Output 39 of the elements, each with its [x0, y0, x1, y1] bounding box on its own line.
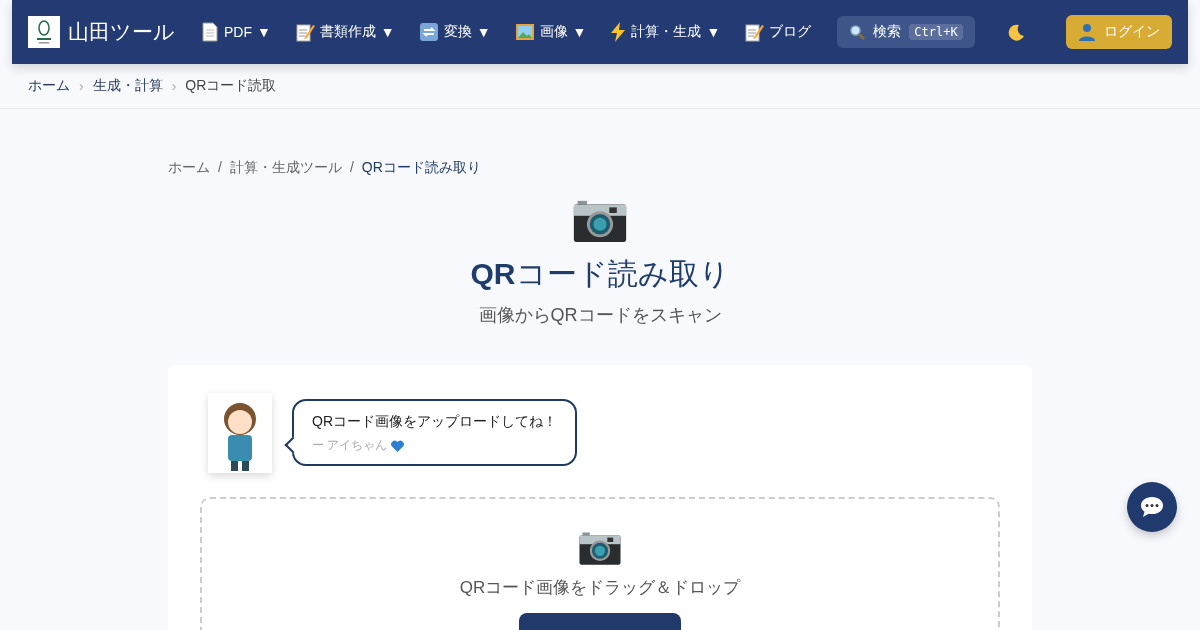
camera-icon — [572, 199, 628, 244]
breadcrumb-current: QRコード読み取り — [361, 159, 481, 177]
site-name[interactable]: 山田ツール — [68, 18, 175, 46]
speech-signature: ー アイちゃん — [312, 437, 388, 455]
memo-icon — [294, 22, 315, 42]
breadcrumb-separator: / — [349, 159, 354, 177]
camera-icon — [578, 530, 622, 566]
arrows-icon — [418, 22, 439, 42]
breadcrumb-current: QRコード読取 — [185, 77, 277, 95]
nav-menu-item[interactable]: 画像 ▼ — [506, 16, 595, 48]
search-icon — [849, 24, 866, 40]
chat-button[interactable] — [1127, 482, 1177, 532]
nav-menu-item[interactable]: PDF ▼ — [193, 16, 279, 48]
memo-icon — [744, 22, 765, 42]
nav-menu-item[interactable]: ブログ — [736, 16, 820, 48]
lightning-icon — [610, 22, 627, 42]
search-button[interactable]: 検索 Ctrl+K — [837, 16, 975, 48]
user-icon — [1078, 23, 1096, 41]
site-logo[interactable] — [28, 16, 60, 48]
nav-menu-item[interactable]: 変換 ▼ — [410, 16, 499, 48]
nav-menu-item[interactable]: 書類作成 ▼ — [286, 16, 403, 48]
moon-icon[interactable] — [1006, 23, 1025, 41]
document-icon — [201, 22, 219, 42]
breadcrumb-separator: › — [79, 78, 84, 94]
speech-message: QRコード画像をアップロードしてね！ — [312, 413, 557, 432]
breadcrumb-link[interactable]: ホーム — [168, 159, 210, 177]
nav-menu-item[interactable]: 計算・生成 ▼ — [602, 16, 729, 48]
breadcrumb-separator: › — [171, 78, 177, 94]
page-title: QRコード読み取り — [470, 255, 730, 292]
breadcrumb-separator: / — [218, 159, 222, 177]
upload-dropzone[interactable]: QRコード画像をドラッグ＆ドロップ — [200, 496, 1000, 630]
page-subtitle: 画像からQRコードをスキャン — [478, 303, 722, 327]
breadcrumb-link[interactable]: 生成・計算 — [92, 77, 163, 95]
breadcrumb-link[interactable]: 計算・生成ツール — [229, 159, 342, 177]
dropzone-text: QRコード画像をドラッグ＆ドロップ — [459, 577, 741, 599]
chat-icon — [1140, 496, 1164, 518]
heart-icon — [391, 439, 405, 452]
picture-icon — [514, 22, 535, 42]
breadcrumb-link[interactable]: ホーム — [28, 77, 70, 95]
